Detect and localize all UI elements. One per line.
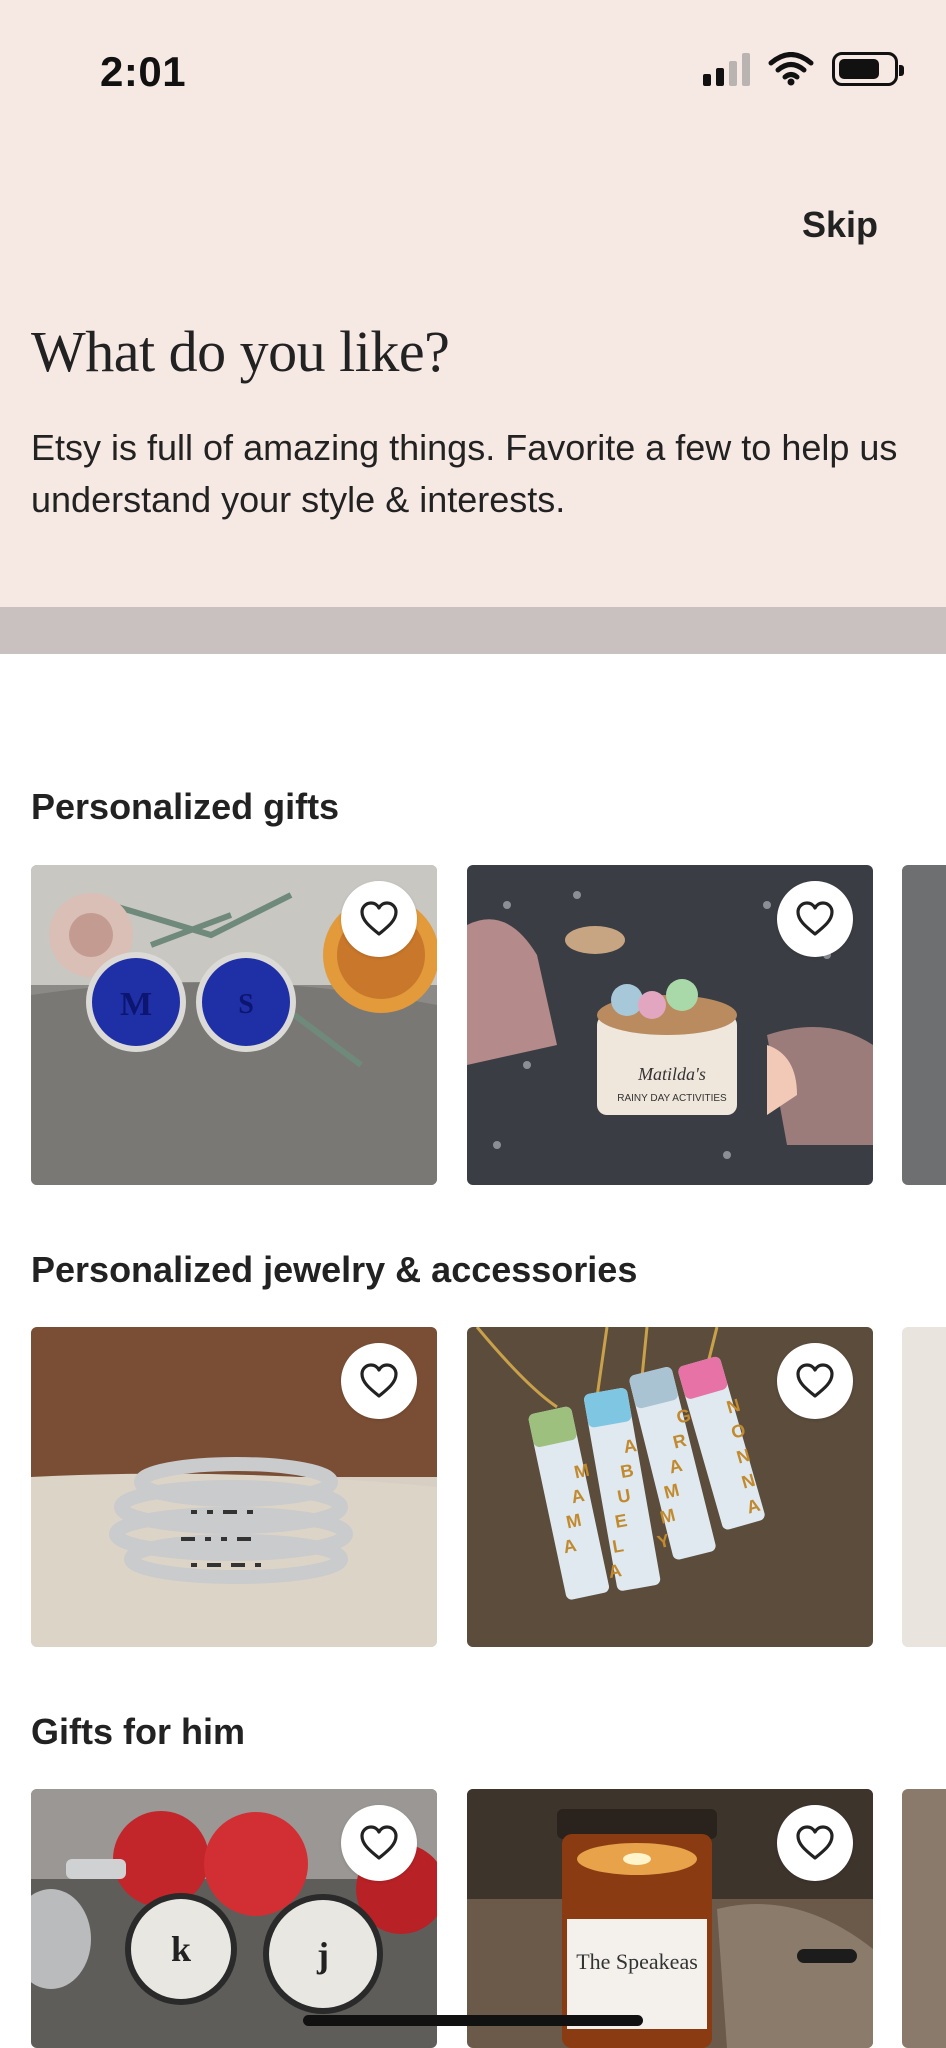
skip-button[interactable]: Skip [802,204,878,246]
svg-text:S: S [238,989,254,1020]
product-card-peek[interactable] [902,1789,946,2048]
page-title: What do you like? [31,319,450,384]
heart-outline-icon [360,901,398,936]
product-card-peek[interactable] [902,865,946,1185]
divider-band [0,607,946,654]
product-card-candle[interactable]: The Speakeas [467,1789,873,2048]
favorite-button[interactable] [777,1343,853,1419]
favorite-button[interactable] [341,881,417,957]
product-card-activity-jar[interactable]: Matilda's RAINY DAY ACTIVITIES [467,865,873,1185]
product-card-initial-cufflinks[interactable]: k j [31,1789,437,2048]
status-icons [703,52,904,86]
heart-outline-icon [796,1363,834,1398]
svg-text:The Speakeas: The Speakeas [576,1949,698,1974]
home-indicator[interactable] [303,2015,643,2026]
svg-text:M: M [120,986,152,1023]
section-title-personalized-gifts: Personalized gifts [31,786,340,827]
favorite-button[interactable] [341,1343,417,1419]
product-card-peek[interactable] [902,1327,946,1647]
svg-text:RAINY DAY ACTIVITIES: RAINY DAY ACTIVITIES [617,1093,727,1104]
product-card-cufflinks[interactable]: M S [31,865,437,1185]
section-title-personalized-jewelry: Personalized jewelry & accessories [31,1249,638,1290]
heart-outline-icon [796,901,834,936]
heart-outline-icon [360,1363,398,1398]
product-card-morse-rings[interactable] [31,1327,437,1647]
svg-text:Matilda's: Matilda's [637,1064,706,1084]
status-time: 2:01 [100,48,187,95]
battery-icon [832,52,904,86]
page-subtitle: Etsy is full of amazing things. Favorite… [31,427,898,520]
section-title-gifts-for-him: Gifts for him [31,1711,245,1752]
favorite-button[interactable] [777,881,853,957]
onboarding-header: 2:01 Skip What do you like? Etsy is full… [0,0,946,607]
heart-outline-icon [796,1825,834,1860]
heart-outline-icon [360,1825,398,1860]
favorite-button[interactable] [341,1805,417,1881]
wifi-icon [768,52,814,86]
favorite-button[interactable] [777,1805,853,1881]
svg-text:j: j [316,1935,329,1975]
cellular-signal-icon [703,52,750,86]
product-card-name-necklaces[interactable]: MAMA ABUELA GRAMMY NONNA [467,1327,873,1647]
svg-text:k: k [171,1929,191,1969]
